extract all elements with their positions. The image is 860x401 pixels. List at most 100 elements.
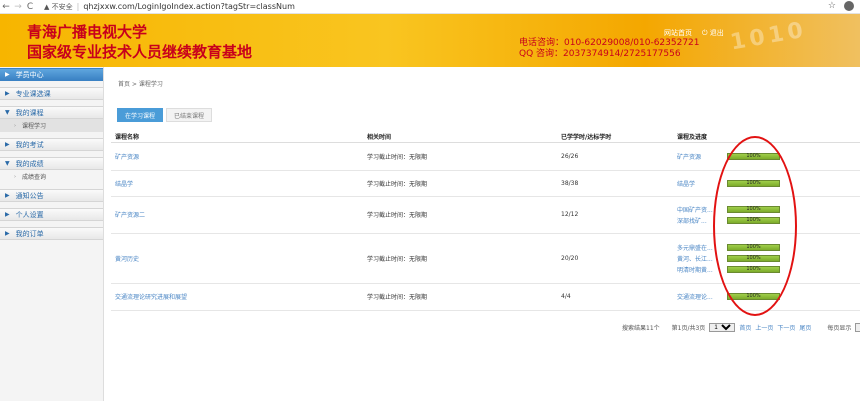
course-name-link[interactable]: 结晶学 [111, 170, 363, 197]
tab-finished[interactable]: 已结束课程 [166, 108, 213, 122]
qq-contact: QQ 咨询：2037374914/2725177556 [519, 49, 681, 59]
url-field[interactable]: qhzjxxw.com/LoginIgoIndex.action?tagStr=… [83, 2, 295, 11]
course-name-link[interactable]: 交通流理论研究进展和展望 [111, 283, 363, 311]
sidebar-subitem-grade-query[interactable]: › 成绩查询 [0, 170, 103, 183]
course-name-link[interactable]: 黄河历史 [111, 233, 363, 284]
tab-in-progress[interactable]: 在学习课程 [117, 108, 164, 122]
progress-bar: 100% [727, 179, 780, 187]
course-hours: 38/38 [557, 170, 673, 197]
course-progress: 多元鼎盛在... 100% 黄河、长江... 100% 明清时期黄... 100… [673, 233, 860, 284]
security-warning[interactable]: ▲ 不安全 [44, 2, 73, 12]
avatar[interactable] [844, 1, 854, 11]
table-header-row: 课程名称 相关时间 已学学时/达标学时 课程及进度 [111, 131, 860, 143]
sidebar-subitem-course-study[interactable]: › 课程学习 [0, 119, 103, 132]
sidebar-item-my-courses[interactable]: ▼ 我的课程 [0, 106, 103, 119]
logout-label: 退出 [709, 29, 724, 37]
course-progress: 矿产资源 100% [673, 142, 860, 171]
course-hours: 20/20 [557, 233, 673, 284]
chevron-down-icon: ▼ [5, 109, 10, 116]
header-links: 网站首页 ⏻ 退出 [664, 28, 724, 38]
sidebar-item-label: 我的成绩 [15, 159, 44, 168]
sidebar-item-my-orders[interactable]: ▶ 我的订单 [0, 227, 103, 240]
progress-item: 结晶学 100% [677, 179, 860, 188]
progress-bar: 100% [727, 216, 780, 224]
course-tabs: 在学习课程 已结束课程 [117, 108, 213, 122]
per-page-label: 每页显示 [827, 325, 852, 332]
course-deadline: 学习截止时间：无限期 [363, 283, 557, 311]
first-page-link[interactable]: 首页 [739, 323, 751, 332]
last-page-link[interactable]: 尾页 [799, 323, 811, 332]
course-name-link[interactable]: 矿产资源二 [111, 196, 363, 234]
header-time: 相关时间 [363, 131, 557, 143]
breadcrumb: 首页 > 课程学习 [118, 81, 163, 88]
course-progress: 中国矿产资... 100% 深部找矿... 100% [673, 196, 860, 234]
table-row: 结晶学 学习截止时间：无限期 38/38 结晶学 100% [111, 170, 860, 197]
home-link[interactable]: 网站首页 [664, 28, 692, 38]
progress-bar: 100% [727, 254, 780, 262]
star-icon[interactable]: ☆ [828, 1, 836, 11]
course-name-link[interactable]: 矿产资源 [111, 142, 363, 171]
reload-icon[interactable]: C [24, 2, 36, 12]
pagination: 搜索结果11个 第1页/共3页 1 首页 上一页 下一页 尾页 每页显示 5 [622, 323, 860, 332]
per-page-select[interactable]: 5 [855, 323, 860, 332]
sidebar-item-label: 通知公告 [15, 191, 44, 200]
progress-item: 中国矿产资... 100% [677, 205, 860, 214]
sidebar-subitem-label: 成绩查询 [22, 174, 47, 181]
table-row: 矿产资源二 学习截止时间：无限期 12/12 中国矿产资... 100% 深部找… [111, 196, 860, 234]
progress-course-link[interactable]: 中国矿产资... [677, 205, 727, 214]
site-title: 青海广播电视大学 [27, 23, 148, 41]
sidebar-item-personal-settings[interactable]: ▶ 个人设置 [0, 208, 103, 221]
course-hours: 12/12 [557, 196, 673, 234]
progress-bar: 100% [727, 152, 780, 160]
course-hours: 4/4 [557, 283, 673, 311]
sidebar-item-label: 专业课选课 [15, 89, 51, 98]
page-select[interactable]: 1 [709, 323, 736, 332]
progress-percent: 100% [746, 152, 761, 159]
header-hours: 已学学时/达标学时 [557, 131, 673, 143]
next-page-link[interactable]: 下一页 [777, 323, 795, 332]
back-icon[interactable]: ← [0, 2, 12, 12]
sidebar-item-label: 我的课程 [15, 108, 44, 117]
progress-percent: 100% [746, 254, 761, 261]
table-row: 矿产资源 学习截止时间：无限期 26/26 矿产资源 100% [111, 142, 860, 171]
prev-page-link[interactable]: 上一页 [755, 323, 773, 332]
course-deadline: 学习截止时间：无限期 [363, 233, 557, 284]
progress-bar: 100% [727, 265, 780, 273]
sidebar-item-label: 我的考试 [15, 140, 44, 149]
sidebar-item-my-grades[interactable]: ▼ 我的成绩 [0, 157, 103, 170]
course-table: 课程名称 相关时间 已学学时/达标学时 课程及进度 矿产资源 学习截止时间：无限… [111, 131, 860, 311]
progress-percent: 100% [746, 265, 761, 272]
chevron-right-icon: ▶ [5, 211, 10, 218]
progress-item: 黄河、长江... 100% [677, 254, 860, 263]
progress-course-link[interactable]: 结晶学 [677, 179, 727, 188]
chevron-right-icon: › [14, 173, 16, 180]
divider: | [76, 2, 80, 11]
course-progress: 结晶学 100% [673, 170, 860, 197]
progress-item: 交通流理论... 100% [677, 293, 860, 301]
progress-course-link[interactable]: 明清时期黄... [677, 265, 727, 274]
progress-course-link[interactable]: 矿产资源 [677, 152, 727, 161]
phone-contact: 电话咨询：010-62029008/010-62352721 [519, 38, 700, 48]
sidebar-item-student-center[interactable]: ▶ 学员中心 [0, 68, 103, 81]
sidebar-item-label: 我的订单 [15, 229, 44, 238]
sidebar-item-course-selection[interactable]: ▶ 专业课选课 [0, 87, 103, 100]
logout-link[interactable]: ⏻ 退出 [702, 28, 724, 38]
progress-course-link[interactable]: 黄河、长江... [677, 254, 727, 263]
table-row: 黄河历史 学习截止时间：无限期 20/20 多元鼎盛在... 100% 黄河、长… [111, 233, 860, 284]
sidebar-item-label: 个人设置 [15, 210, 44, 219]
progress-course-link[interactable]: 深部找矿... [677, 216, 727, 225]
browser-address-bar: ← → C ▲ 不安全 | qhzjxxw.com/LoginIgoIndex.… [0, 0, 860, 14]
page-indicator: 第1页/共3页 [671, 325, 706, 332]
forward-icon[interactable]: → [12, 2, 24, 12]
chevron-right-icon: ▶ [5, 90, 10, 97]
sidebar-item-my-exams[interactable]: ▶ 我的考试 [0, 138, 103, 151]
course-deadline: 学习截止时间：无限期 [363, 142, 557, 171]
progress-course-link[interactable]: 多元鼎盛在... [677, 243, 727, 252]
progress-course-link[interactable]: 交通流理论... [677, 292, 727, 301]
chevron-right-icon: ▶ [5, 141, 10, 148]
sidebar-item-notices[interactable]: ▶ 通知公告 [0, 189, 103, 202]
header-course-name: 课程名称 [111, 131, 363, 143]
progress-item: 深部找矿... 100% [677, 216, 860, 225]
progress-item: 明清时期黄... 100% [677, 265, 860, 274]
progress-item: 多元鼎盛在... 100% [677, 243, 860, 252]
